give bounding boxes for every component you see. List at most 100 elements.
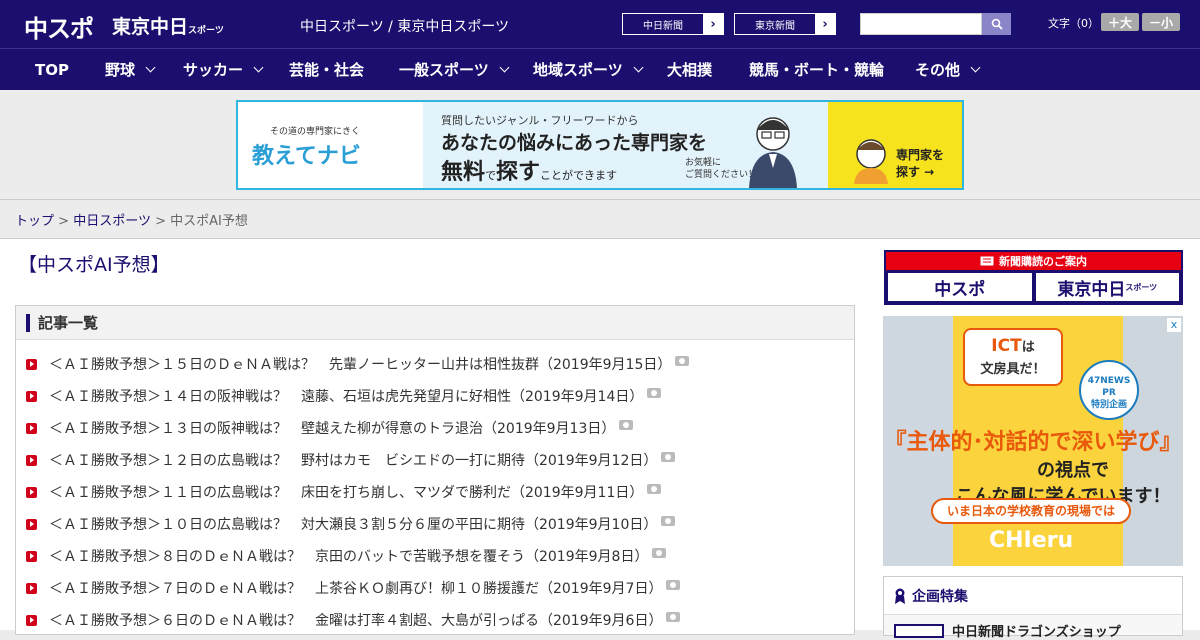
banner-line1: 質問したいジャンル・フリーワードから [441, 114, 639, 127]
list-item[interactable]: ＜ＡＩ勝敗予想＞１０日の広島戦は？ 対大瀬良３割５分６厘の平田に期待（2019年… [16, 508, 854, 540]
thinking-person-icon [854, 139, 888, 184]
ad-pr1: 47NEWS [1087, 376, 1131, 386]
subscription-logos: 中スポ 東京中日 スポーツ [886, 270, 1181, 304]
article-link[interactable]: ＜ＡＩ勝敗予想＞１３日の阪神戦は？ 壁越えた柳が得意のトラ退治（2019年9月1… [49, 418, 615, 438]
subscribe-chuspo-label: 中スポ [934, 279, 986, 300]
banner-can: ことができます [540, 169, 618, 182]
ad-pr-badge: 47NEWS PR 特別企画 [1079, 360, 1139, 420]
list-item[interactable]: ＜ＡＩ勝敗予想＞８日のＤｅＮＡ戦は？ 京田のバットで苦戦予想を覆そう（2019年… [16, 540, 854, 572]
breadcrumb-top-link[interactable]: トップ [15, 214, 54, 229]
font-larger-button[interactable]: ＋大 [1101, 13, 1139, 31]
nav-label: その他 [915, 61, 961, 79]
nav-baseball[interactable]: 野球 [105, 49, 156, 90]
article-list: ＜ＡＩ勝敗予想＞１５日のＤｅＮＡ戦は？ 先輩ノーヒッター山井は相性抜群（2019… [16, 340, 854, 636]
chunichi-shimbun-button[interactable]: 中日新聞 › [622, 13, 724, 35]
ad-headline2: の視点で [1037, 460, 1109, 481]
nav-general-sports[interactable]: 一般スポーツ [399, 49, 510, 90]
list-item[interactable]: ＜ＡＩ勝敗予想＞６日のＤｅＮＡ戦は？ 金曜は打率４割超、大島が引っぱる（2019… [16, 604, 854, 636]
chieru-ad[interactable]: ICTは 文房具だ！ 47NEWS PR 特別企画 『主体的･対話的で深い学び』 の視… [883, 316, 1183, 566]
ad-pr3: 特別企画 [1090, 400, 1127, 410]
list-item[interactable]: ＜ＡＩ勝敗予想＞１１日の広島戦は？ 床田を打ち崩し、マツダで勝利だ（2019年9… [16, 476, 854, 508]
tokyo-chunichi-logo[interactable]: 東京中日スポーツ [112, 12, 224, 39]
nav-local-sports[interactable]: 地域スポーツ [533, 49, 644, 90]
chevron-down-icon [253, 62, 264, 73]
oshiete-navi-banner[interactable]: その道の専門家にきく 教えてナビ 質問したいジャンル・フリーワードから あなたの… [236, 100, 964, 190]
article-link[interactable]: ＜ＡＩ勝敗予想＞１５日のＤｅＮＡ戦は？ 先輩ノーヒッター山井は相性抜群（2019… [49, 354, 671, 374]
chuspo-logo[interactable]: 中スポ [24, 9, 94, 44]
chevron-down-icon [145, 62, 156, 73]
font-size-label: 文字（0） [1048, 17, 1099, 30]
banner-cta: 専門家を 探す → [896, 147, 944, 181]
breadcrumb-section-link[interactable]: 中日スポーツ [73, 214, 151, 229]
ad-ict-ha: は [1021, 340, 1035, 355]
feature-thumbnail [894, 623, 944, 638]
camera-icon [666, 612, 681, 622]
article-link[interactable]: ＜ＡＩ勝敗予想＞１１日の広島戦は？ 床田を打ち崩し、マツダで勝利だ（2019年9… [49, 482, 643, 502]
play-arrow-icon [26, 486, 37, 498]
search-button[interactable] [982, 13, 1011, 35]
banner-cta-panel[interactable]: 専門家を 探す → [828, 102, 962, 188]
chunichi-shimbun-label: 中日新聞 [643, 20, 683, 32]
search-input[interactable] [860, 13, 982, 35]
nav-top[interactable]: TOP [35, 49, 69, 90]
banner-brand: 教えてナビ [252, 144, 361, 169]
main-nav: TOP 野球 サッカー 芸能・社会 一般スポーツ 地域スポーツ 大相撲 競馬・ボ… [0, 48, 1200, 90]
play-arrow-icon [26, 614, 37, 626]
feature-item[interactable]: 中日新聞ドラゴンズショップ [894, 621, 1121, 640]
feature-item-title: 中日新聞ドラゴンズショップ [952, 625, 1121, 640]
tokyo-shimbun-button[interactable]: 東京新聞 › [734, 13, 836, 35]
play-arrow-icon [26, 390, 37, 402]
article-link[interactable]: ＜ＡＩ勝敗予想＞１０日の広島戦は？ 対大瀬良３割５分６厘の平田に期待（2019年… [49, 514, 657, 534]
list-item[interactable]: ＜ＡＩ勝敗予想＞１５日のＤｅＮＡ戦は？ 先輩ノーヒッター山井は相性抜群（2019… [16, 348, 854, 380]
nav-racing[interactable]: 競馬・ボート・競輪 [749, 49, 884, 90]
nav-other[interactable]: その他 [915, 49, 981, 90]
nav-sumo[interactable]: 大相撲 [667, 49, 712, 90]
banner-line2: あなたの悩みにあった専門家を [441, 132, 708, 154]
nav-label: 野球 [105, 61, 136, 79]
breadcrumb-current: 中スポAI予想 [170, 214, 248, 229]
camera-icon [661, 452, 676, 462]
article-link[interactable]: ＜ＡＩ勝敗予想＞１２日の広島戦は？ 野村はカモ ビシエドの一打に期待（2019年… [49, 450, 657, 470]
list-item[interactable]: ＜ＡＩ勝敗予想＞７日のＤｅＮＡ戦は？ 上茶谷ＫＯ劇再び！柳１０勝援護だ（2019… [16, 572, 854, 604]
tokyo-logo-small: スポーツ [188, 26, 224, 36]
subscribe-chuspo-button[interactable]: 中スポ [888, 273, 1032, 301]
tokyo-logo-text: 東京中日 [112, 16, 189, 38]
chevron-down-icon [499, 62, 510, 73]
ribbon-icon [895, 588, 905, 604]
camera-icon [666, 580, 681, 590]
top-header: 中スポ 東京中日スポーツ 中日スポーツ / 東京中日スポーツ 中日新聞 › 東京… [0, 0, 1200, 48]
article-link[interactable]: ＜ＡＩ勝敗予想＞１４日の阪神戦は？ 遠藤、石垣は虎先発望月に好相性（2019年9… [49, 386, 643, 406]
search-icon [991, 18, 1003, 30]
list-item[interactable]: ＜ＡＩ勝敗予想＞１４日の阪神戦は？ 遠藤、石垣は虎先発望月に好相性（2019年9… [16, 380, 854, 412]
font-smaller-button[interactable]: －小 [1142, 13, 1180, 31]
article-list-heading: 記事一覧 [38, 314, 99, 332]
nav-label: 大相撲 [667, 61, 713, 79]
subscribe-tokyo-button[interactable]: 東京中日 スポーツ [1035, 273, 1179, 301]
chevron-down-icon [633, 62, 644, 73]
banner-copy-panel: 質問したいジャンル・フリーワードから あなたの悩みにあった専門家を 無料で探すこ… [423, 102, 828, 188]
breadcrumb-separator: > [155, 214, 166, 229]
nav-soccer[interactable]: サッカー [183, 49, 264, 90]
feature-box: 企画特集 中日新聞ドラゴンズショップ [883, 576, 1183, 640]
heading-bar [26, 313, 30, 332]
camera-icon [652, 548, 667, 558]
banner-line3: 無料で探すことができます [441, 154, 617, 186]
chevron-right-icon: › [703, 14, 723, 34]
ad-close-icon[interactable]: x [1167, 318, 1181, 332]
article-link[interactable]: ＜ＡＩ勝敗予想＞６日のＤｅＮＡ戦は？ 金曜は打率４割超、大島が引っぱる（2019… [49, 610, 662, 630]
camera-icon [661, 516, 676, 526]
article-list-box: 記事一覧 ＜ＡＩ勝敗予想＞１５日のＤｅＮＡ戦は？ 先輩ノーヒッター山井は相性抜群… [15, 305, 855, 635]
list-item[interactable]: ＜ＡＩ勝敗予想＞１２日の広島戦は？ 野村はカモ ビシエドの一打に期待（2019年… [16, 444, 854, 476]
banner-de: で [485, 169, 497, 182]
banner-brand-panel: その道の専門家にきく 教えてナビ [238, 102, 423, 188]
ad-ict-stationery: 文房具だ！ [980, 362, 1046, 377]
banner-tagline: その道の専門家にきく [270, 127, 361, 137]
chevron-right-icon: › [815, 14, 835, 34]
article-link[interactable]: ＜ＡＩ勝敗予想＞８日のＤｅＮＡ戦は？ 京田のバットで苦戦予想を覆そう（2019年… [49, 546, 648, 566]
banner-area: その道の専門家にきく 教えてナビ 質問したいジャンル・フリーワードから あなたの… [0, 90, 1200, 200]
ad-ribbon: いま日本の学校教育の現場では [931, 498, 1131, 524]
camera-icon [647, 484, 662, 494]
nav-entertainment[interactable]: 芸能・社会 [289, 49, 364, 90]
list-item[interactable]: ＜ＡＩ勝敗予想＞１３日の阪神戦は？ 壁越えた柳が得意のトラ退治（2019年9月1… [16, 412, 854, 444]
article-link[interactable]: ＜ＡＩ勝敗予想＞７日のＤｅＮＡ戦は？ 上茶谷ＫＯ劇再び！柳１０勝援護だ（2019… [49, 578, 662, 598]
